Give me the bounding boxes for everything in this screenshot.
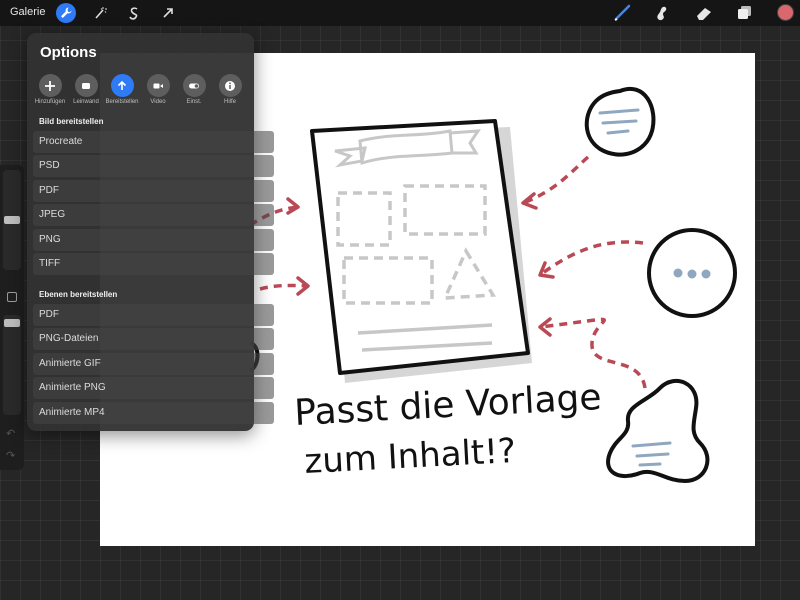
row-label: PNG	[39, 234, 61, 245]
row-label: Animierte PNG	[39, 382, 106, 393]
toggle-icon	[182, 74, 206, 97]
caption-line-1: Passt die Vorlage	[293, 377, 602, 434]
tab-label: Einst.	[186, 99, 202, 105]
export-tiff[interactable]: TIFF	[33, 253, 274, 275]
export-pdf[interactable]: PDF	[33, 180, 274, 202]
export-layers-pdf[interactable]: PDF	[33, 304, 274, 326]
row-label: PSD	[39, 160, 60, 171]
export-animated-png[interactable]: Animierte PNG	[33, 377, 274, 399]
export-jpeg[interactable]: JPEG	[33, 204, 274, 226]
caption-line-2: zum Inhalt!?	[303, 431, 517, 482]
export-png[interactable]: PNG	[33, 229, 274, 251]
export-layers-png-files[interactable]: PNG-Dateien	[33, 328, 274, 350]
selection-s-icon[interactable]	[124, 3, 144, 23]
export-procreate[interactable]: Procreate	[33, 131, 274, 153]
modify-button[interactable]	[7, 292, 17, 302]
top-toolbar: Galerie	[0, 0, 800, 26]
gallery-button[interactable]: Galerie	[10, 6, 45, 18]
section-heading-layers: Ebenen bereitstellen	[39, 290, 118, 299]
row-label: Animierte GIF	[39, 358, 101, 369]
tab-preferences[interactable]: Einst.	[176, 74, 212, 114]
opacity-knob[interactable]	[4, 319, 20, 327]
tab-label: Hinzufügen	[34, 99, 66, 105]
info-icon	[218, 74, 242, 97]
eraser-icon[interactable]	[693, 3, 715, 23]
section-heading-image: Bild bereitstellen	[39, 117, 104, 126]
canvas-icon	[74, 74, 98, 97]
export-animated-mp4[interactable]: Animierte MP4	[33, 402, 274, 424]
tab-label: Leinwand	[73, 99, 99, 105]
redo-icon[interactable]: ↷	[6, 449, 15, 462]
undo-icon[interactable]: ↶	[6, 427, 15, 440]
row-label: JPEG	[39, 209, 66, 220]
options-tabs: Hinzufügen Leinwand Bereitstellen Video …	[32, 74, 249, 114]
panel-title: Options	[40, 44, 97, 61]
blob-bubble	[606, 378, 710, 484]
video-icon	[146, 74, 170, 97]
tab-label: Video	[150, 99, 166, 105]
share-arrow-icon	[110, 74, 134, 97]
export-psd[interactable]: PSD	[33, 155, 274, 177]
export-animated-gif[interactable]: Animierte GIF	[33, 353, 274, 375]
row-label: Procreate	[39, 136, 83, 147]
current-color-swatch[interactable]	[777, 4, 794, 21]
wrench-icon[interactable]	[56, 3, 76, 23]
layers-icon[interactable]	[734, 3, 756, 23]
row-label: PDF	[39, 309, 59, 320]
options-panel: Options Hinzufügen Leinwand Bereitstelle…	[27, 33, 274, 431]
brush-size-slider[interactable]	[3, 170, 21, 270]
row-label: Animierte MP4	[39, 407, 105, 418]
smudge-icon[interactable]	[651, 3, 673, 23]
tab-canvas[interactable]: Leinwand	[68, 74, 104, 114]
transform-arrow-icon[interactable]	[158, 3, 178, 23]
row-label: TIFF	[39, 258, 61, 269]
tab-add[interactable]: Hinzufügen	[32, 74, 68, 114]
tab-label: Bereitstellen	[105, 99, 139, 105]
template-document	[310, 119, 530, 375]
row-label: PNG-Dateien	[39, 333, 99, 344]
row-label: PDF	[39, 185, 59, 196]
plus-icon	[38, 74, 62, 97]
brush-sidebar: ↶ ↷	[0, 165, 24, 470]
brush-icon[interactable]	[612, 3, 634, 23]
tab-video[interactable]: Video	[140, 74, 176, 114]
tab-label: Hilfe	[223, 99, 236, 105]
tab-help[interactable]: Hilfe	[212, 74, 248, 114]
magic-wand-icon[interactable]	[90, 3, 110, 23]
opacity-slider[interactable]	[3, 315, 21, 415]
brush-size-knob[interactable]	[4, 216, 20, 224]
tab-share[interactable]: Bereitstellen	[104, 74, 140, 114]
